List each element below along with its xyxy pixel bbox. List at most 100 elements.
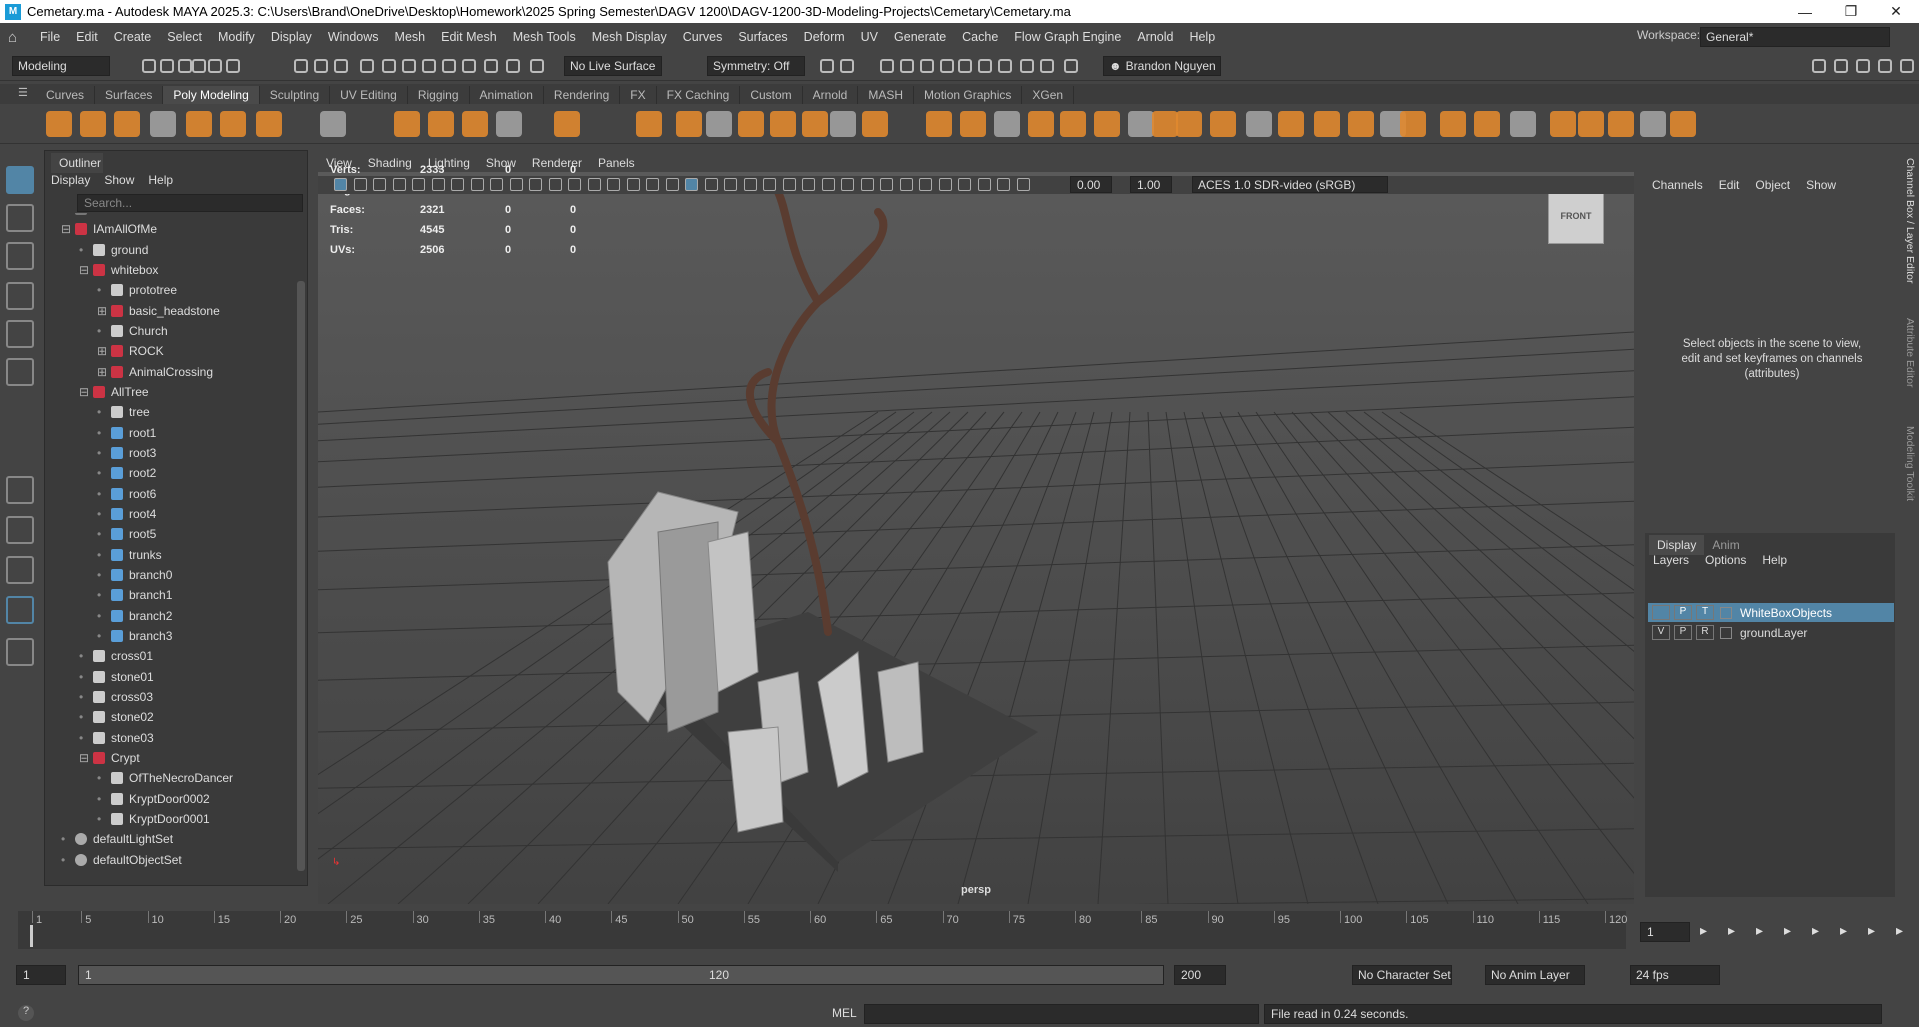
select-tool-icon[interactable] <box>6 166 34 194</box>
gamma-field[interactable]: 1.00 <box>1130 176 1172 193</box>
layer-color-icon[interactable] <box>1720 626 1732 639</box>
viewport-3d[interactable]: Verts:233300Edges:463600Faces:232100Tris… <box>318 164 1634 904</box>
outliner-item[interactable]: • branch1 <box>97 585 172 605</box>
outliner-item[interactable]: • cross03 <box>79 687 153 707</box>
menu-deform[interactable]: Deform <box>796 30 853 44</box>
step-back-icon[interactable]: ▸ <box>1756 922 1770 939</box>
status-tool-icon[interactable] <box>192 59 206 73</box>
viewport-tool-icon[interactable] <box>626 178 640 191</box>
status-tool-icon[interactable] <box>820 59 834 73</box>
menu-set-dropdown[interactable]: Modeling <box>12 56 110 76</box>
viewport-tool-icon[interactable] <box>782 178 796 191</box>
shelf-tool-icon[interactable] <box>150 111 176 137</box>
shelf-tool-icon[interactable] <box>428 111 454 137</box>
status-tool-icon[interactable] <box>360 59 374 73</box>
outliner-item[interactable]: ⊟ IAmAllOfMe <box>61 219 157 239</box>
menu-file[interactable]: File <box>32 30 68 44</box>
menu-uv[interactable]: UV <box>853 30 886 44</box>
menu-mesh-tools[interactable]: Mesh Tools <box>505 30 584 44</box>
outliner-item[interactable]: • branch0 <box>97 565 172 585</box>
viewport-menu-panels[interactable]: Panels <box>590 156 643 170</box>
viewport-tool-icon[interactable] <box>373 178 386 191</box>
shelf-tab-rendering[interactable]: Rendering <box>544 86 621 104</box>
shelf-tab-rigging[interactable]: Rigging <box>408 86 470 104</box>
layer-toggle-t[interactable]: R <box>1696 625 1714 640</box>
shelf-tool-icon[interactable] <box>496 111 522 137</box>
outliner-item[interactable]: • tree <box>97 402 150 422</box>
shelf-tool-icon[interactable] <box>46 111 72 137</box>
menu-cache[interactable]: Cache <box>954 30 1006 44</box>
viewport-tool-icon[interactable] <box>860 178 874 191</box>
status-tool-icon[interactable] <box>462 59 476 73</box>
status-tool-icon[interactable] <box>900 59 914 73</box>
outliner-item[interactable]: • defaultLightSet <box>61 829 173 849</box>
outliner-tab[interactable]: Outliner <box>51 153 103 173</box>
outliner-item[interactable]: • trunks <box>97 545 162 565</box>
outliner-layout-icon[interactable] <box>6 596 34 624</box>
shelf-tab-sculpting[interactable]: Sculpting <box>260 86 331 104</box>
status-tool-icon[interactable] <box>382 59 396 73</box>
move-tool-icon[interactable] <box>6 282 34 310</box>
expand-toggle-icon[interactable]: ⊟ <box>79 751 91 765</box>
end-frame-field[interactable]: 200 <box>1174 965 1226 985</box>
step-back-key-icon[interactable]: ▸ <box>1728 922 1742 939</box>
expand-toggle-icon[interactable]: ⊟ <box>79 263 91 277</box>
view-cube[interactable]: FRONT <box>1548 188 1604 244</box>
viewport-tool-icon[interactable] <box>841 178 854 191</box>
shelf-tool-icon[interactable] <box>220 111 246 137</box>
status-tool-icon[interactable] <box>998 59 1012 73</box>
viewport-tool-icon[interactable] <box>685 178 698 191</box>
time-slider[interactable]: 1 5 10 15 20 25 30 35 40 45 50 55 60 65 70 75 80 85 90 95 10… <box>18 911 1627 949</box>
menu-arnold[interactable]: Arnold <box>1129 30 1181 44</box>
status-tool-icon[interactable] <box>530 59 544 73</box>
outliner-item[interactable]: • cross01 <box>79 646 153 666</box>
current-frame-field[interactable]: 1 <box>1640 922 1690 942</box>
shelf-tool-icon[interactable] <box>80 111 106 137</box>
menu-edit-mesh[interactable]: Edit Mesh <box>433 30 505 44</box>
menu-surfaces[interactable]: Surfaces <box>730 30 795 44</box>
shelf-tab-arnold[interactable]: Arnold <box>803 86 859 104</box>
outliner-menu-show[interactable]: Show <box>104 173 134 187</box>
shelf-tool-icon[interactable] <box>1348 111 1374 137</box>
status-tool-icon[interactable] <box>1856 59 1870 73</box>
outliner-item[interactable]: • branch2 <box>97 606 172 626</box>
viewport-tool-icon[interactable] <box>704 178 718 191</box>
go-start-icon[interactable]: ▸ <box>1700 922 1714 939</box>
status-tool-icon[interactable] <box>920 59 934 73</box>
outliner-item[interactable]: • side <box>61 213 115 219</box>
viewport-tool-icon[interactable] <box>451 178 464 191</box>
outliner-item[interactable]: • defaultObjectSet <box>61 850 182 870</box>
menu-curves[interactable]: Curves <box>675 30 731 44</box>
shelf-tool-icon[interactable] <box>1176 111 1202 137</box>
shelf-tool-icon[interactable] <box>1128 111 1154 137</box>
scale-tool-icon[interactable] <box>6 358 34 386</box>
paint-select-icon[interactable] <box>6 242 34 270</box>
shelf-tool-icon[interactable] <box>1094 111 1120 137</box>
shelf-tool-icon[interactable] <box>770 111 796 137</box>
outliner-item[interactable]: • root2 <box>97 463 156 483</box>
outliner-item[interactable]: • root4 <box>97 504 156 524</box>
viewport-tool-icon[interactable] <box>607 178 620 191</box>
viewport-tool-icon[interactable] <box>646 178 659 191</box>
layer-menu-options[interactable]: Options <box>1705 553 1746 567</box>
viewport-tool-icon[interactable] <box>353 178 367 191</box>
layer-toggle-p[interactable]: P <box>1674 605 1692 620</box>
shelf-menu-icon[interactable]: ☰ <box>18 86 28 99</box>
channel-menu-show[interactable]: Show <box>1806 178 1836 192</box>
shelf-tool-icon[interactable] <box>462 111 488 137</box>
shelf-tool-icon[interactable] <box>1400 111 1426 137</box>
shelf-tool-icon[interactable] <box>1670 111 1696 137</box>
shelf-tab-curves[interactable]: Curves <box>36 86 96 104</box>
range-slider[interactable]: 1 120 <box>78 965 1164 985</box>
outliner-item[interactable]: • OfTheNecroDancer <box>97 768 233 788</box>
viewport-tool-icon[interactable] <box>997 178 1010 191</box>
viewport-tool-icon[interactable] <box>958 178 971 191</box>
outliner-item[interactable]: • KryptDoor0001 <box>97 809 210 829</box>
outliner-item[interactable]: • stone03 <box>79 728 154 748</box>
shelf-tab-motion-graphics[interactable]: Motion Graphics <box>914 86 1023 104</box>
status-tool-icon[interactable] <box>1834 59 1848 73</box>
home-icon[interactable]: ⌂ <box>8 29 24 46</box>
shelf-tab-custom[interactable]: Custom <box>740 86 803 104</box>
current-time-marker[interactable] <box>30 925 33 947</box>
status-tool-icon[interactable] <box>1040 59 1054 73</box>
